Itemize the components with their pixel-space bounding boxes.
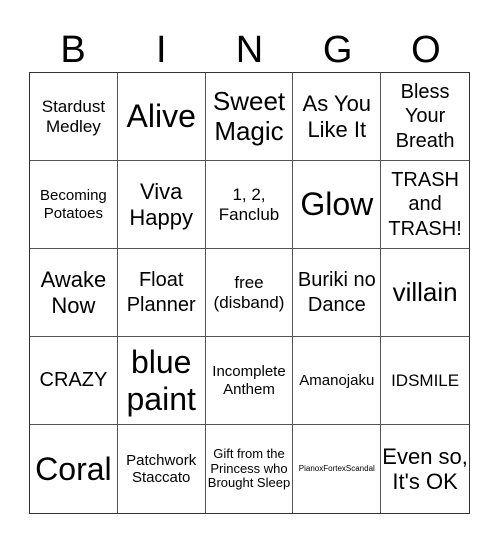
bingo-cell-label: Viva Happy bbox=[129, 179, 193, 230]
bingo-cell[interactable]: Viva Happy bbox=[117, 161, 206, 249]
bingo-cell[interactable]: Even so, It's OK bbox=[381, 425, 469, 513]
bingo-grid: Stardust Medley Alive Sweet Magic As You Li… bbox=[29, 72, 470, 514]
bingo-cell-label: Alive bbox=[126, 98, 196, 135]
bingo-cell-label: Buriki no Dance bbox=[297, 269, 376, 316]
bingo-cell[interactable]: Stardust Medley bbox=[30, 73, 118, 161]
bingo-cell-label: 1, 2, Fanclub bbox=[218, 184, 280, 224]
bingo-cell[interactable]: villain bbox=[381, 249, 469, 337]
bingo-cell[interactable]: blue paint bbox=[117, 337, 206, 425]
bingo-cell[interactable]: Bless Your Breath bbox=[381, 73, 469, 161]
bingo-cell-label: Patchwork Staccato bbox=[126, 451, 197, 486]
bingo-cell[interactable]: Alive bbox=[117, 73, 206, 161]
bingo-cell[interactable]: CRAZY bbox=[30, 337, 118, 425]
bingo-cell-label: Coral bbox=[35, 450, 112, 487]
bingo-cell-label: villain bbox=[392, 276, 458, 307]
bingo-cell[interactable]: As You Like It bbox=[293, 73, 382, 161]
bingo-cell[interactable]: Amanojaku bbox=[293, 337, 382, 425]
header-letter-b: B bbox=[60, 29, 86, 71]
bingo-cell-label: Incomplete Anthem bbox=[212, 363, 286, 398]
bingo-cell[interactable]: IDSMILE bbox=[381, 337, 469, 425]
bingo-cell[interactable]: Sweet Magic bbox=[205, 73, 294, 161]
bingo-cell-label: Float Planner bbox=[126, 269, 196, 316]
bingo-cell-label: Even so, It's OK bbox=[382, 443, 468, 494]
bingo-cell-label: CRAZY bbox=[39, 369, 108, 392]
header-letter-g: G bbox=[322, 29, 353, 71]
header-letter-n: N bbox=[235, 29, 264, 71]
bingo-cell-label: TRASH and TRASH! bbox=[388, 168, 462, 240]
bingo-cell[interactable]: PianoxFortexScandal bbox=[293, 425, 382, 513]
bingo-cell[interactable]: 1, 2, Fanclub bbox=[205, 161, 294, 249]
bingo-cell-label: Gift from the Princess who Brought Sleep bbox=[207, 445, 291, 491]
bingo-cell-label: Becoming Potatoes bbox=[40, 187, 107, 222]
bingo-cell[interactable]: Incomplete Anthem bbox=[205, 337, 294, 425]
bingo-cell-label: Bless Your Breath bbox=[395, 80, 455, 152]
bingo-cell[interactable]: Glow bbox=[293, 161, 382, 249]
bingo-cell-label: Awake Now bbox=[40, 267, 107, 318]
bingo-cell-label: Stardust Medley bbox=[41, 96, 106, 136]
bingo-cell-label: IDSMILE bbox=[391, 370, 460, 390]
bingo-cell[interactable]: TRASH and TRASH! bbox=[381, 161, 469, 249]
bingo-cell-label: free (disband) bbox=[213, 272, 285, 312]
bingo-cell-label: Glow bbox=[300, 186, 374, 223]
bingo-header: B I N G O bbox=[29, 28, 470, 72]
bingo-cell[interactable]: free (disband) bbox=[205, 249, 294, 337]
bingo-cell-label: PianoxFortexScandal bbox=[298, 464, 375, 474]
header-letter-o: O bbox=[411, 29, 441, 71]
bingo-cell[interactable]: Buriki no Dance bbox=[293, 249, 382, 337]
bingo-cell[interactable]: Patchwork Staccato bbox=[118, 425, 206, 513]
bingo-cell[interactable]: Becoming Potatoes bbox=[30, 161, 118, 249]
bingo-cell-label: blue paint bbox=[126, 343, 196, 417]
header-letter-i: I bbox=[156, 29, 167, 71]
bingo-cell-label: Amanojaku bbox=[299, 371, 375, 389]
bingo-cell[interactable]: Float Planner bbox=[117, 249, 206, 337]
bingo-cell-label: As You Like It bbox=[302, 91, 372, 142]
bingo-cell[interactable]: Awake Now bbox=[30, 249, 118, 337]
bingo-cell-label: Sweet Magic bbox=[212, 85, 286, 146]
bingo-cell[interactable]: Coral bbox=[30, 425, 118, 513]
bingo-cell[interactable]: Gift from the Princess who Brought Sleep bbox=[206, 425, 294, 513]
